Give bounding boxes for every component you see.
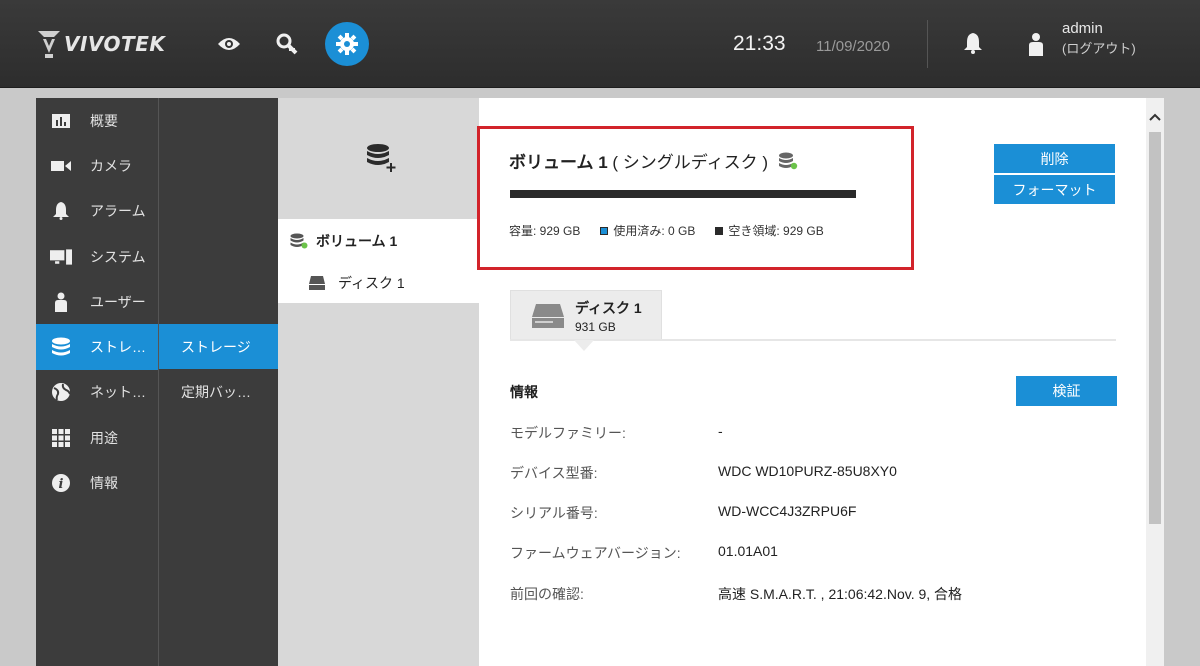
subnav-item-storage[interactable]: ストレージ <box>159 324 279 369</box>
sidebar-item-user[interactable]: ユーザー <box>36 279 158 324</box>
sidebar-item-label: ネット… <box>90 384 146 401</box>
volume-status-icon <box>779 152 798 169</box>
account-button[interactable] <box>1027 32 1045 60</box>
vivotek-logo[interactable]: VIVOTEK <box>36 26 165 62</box>
logo-mark-icon <box>38 31 60 58</box>
sidebar-item-info[interactable]: i 情報 <box>36 460 158 505</box>
network-icon <box>50 381 72 403</box>
volume-type: ( シングルディスク ) <box>612 153 768 172</box>
user-icon <box>50 291 72 313</box>
info-value-last-check: 高速 S.M.A.R.T. , 21:06:42.Nov. 9, 合格 <box>718 586 963 602</box>
sidebar-item-label: システム <box>90 248 146 265</box>
info-value-serial-number: WD-WCC4J3ZRPU6F <box>718 503 857 519</box>
sidebar-item-label: アラーム <box>90 203 146 220</box>
info-icon: i <box>50 472 72 494</box>
capacity-stat: 容量: 929 GB <box>509 222 580 239</box>
chevron-up-icon <box>1149 113 1161 121</box>
sidebar-item-application[interactable]: 用途 <box>36 415 158 460</box>
username: admin <box>1062 20 1103 37</box>
verify-button[interactable]: 検証 <box>1016 376 1117 406</box>
clock-time: 21:33 <box>733 32 786 55</box>
add-database-icon <box>367 144 396 172</box>
main-sidebar: 概要 カメラ アラーム システム ユーザー ストレ… ネット… 用途 i 情報 <box>36 98 158 666</box>
info-label-firmware: ファームウェアバージョン: <box>510 545 681 561</box>
volume-title: ボリューム 1 ( シングルディスク ) <box>509 148 798 173</box>
info-heading: 情報 <box>510 384 538 400</box>
user-icon <box>1029 33 1043 56</box>
logo-text: VIVOTEK <box>64 32 166 56</box>
info-label-last-check: 前回の確認: <box>510 586 584 602</box>
volume-name: ボリューム 1 <box>509 153 608 172</box>
used-text: 使用済み: 0 GB <box>613 224 696 238</box>
info-label-serial-number: シリアル番号: <box>510 505 598 521</box>
tab-underline <box>510 339 1116 341</box>
add-volume-button[interactable] <box>366 143 398 177</box>
bell-icon <box>964 33 982 54</box>
logout-link[interactable]: (ログアウト) <box>1062 38 1136 57</box>
volume-tree-panel: ボリューム 1 ディスク 1 <box>278 98 479 666</box>
storage-icon <box>50 336 72 358</box>
bell-icon <box>50 200 72 222</box>
scroll-up-button[interactable] <box>1146 108 1164 126</box>
disk-tab-size: 931 GB <box>575 320 616 334</box>
capacity-text: 容量: 929 GB <box>509 224 581 238</box>
sidebar-item-camera[interactable]: カメラ <box>36 143 158 188</box>
volume-usage-bar <box>510 190 856 198</box>
sidebar-item-alarm[interactable]: アラーム <box>36 189 158 234</box>
sidebar-item-label: 情報 <box>90 475 118 492</box>
volume-icon <box>290 233 308 249</box>
sidebar-item-label: ストレ… <box>90 339 146 356</box>
clock-date: 11/09/2020 <box>816 38 890 55</box>
info-value-device-model: WDC WD10PURZ-85U8XY0 <box>718 463 897 479</box>
tree-disk-label: ディスク 1 <box>338 275 405 291</box>
svg-text:i: i <box>59 477 64 492</box>
sidebar-item-overview[interactable]: 概要 <box>36 98 158 143</box>
sidebar-item-label: カメラ <box>90 157 132 174</box>
eye-icon <box>218 38 240 50</box>
sidebar-item-label: 概要 <box>90 112 118 129</box>
used-legend-swatch <box>600 226 609 235</box>
free-text: 空き領域: 929 GB <box>728 224 824 238</box>
playback-search-button[interactable] <box>265 22 309 66</box>
tab-caret <box>574 340 594 351</box>
info-value-model-family: - <box>718 423 723 439</box>
info-label-device-model: デバイス型番: <box>510 465 598 481</box>
info-value-firmware: 01.01A01 <box>718 543 778 559</box>
sidebar-item-storage[interactable]: ストレ… <box>36 324 158 370</box>
used-stat: 使用済み: 0 GB <box>600 222 695 239</box>
tree-item-volume-1[interactable]: ボリューム 1 <box>278 219 479 263</box>
sidebar-item-label: ユーザー <box>90 293 146 310</box>
tree-volume-label: ボリューム 1 <box>316 233 398 249</box>
free-stat: 空き領域: 929 GB <box>715 222 824 239</box>
info-label-model-family: モデルファミリー: <box>510 425 626 441</box>
live-view-button[interactable] <box>207 22 251 66</box>
search-key-icon <box>276 33 298 55</box>
scroll-thumb[interactable] <box>1149 132 1161 524</box>
camera-icon <box>50 155 72 177</box>
tree-item-disk-1[interactable]: ディスク 1 <box>278 263 479 303</box>
format-button[interactable]: フォーマット <box>994 175 1115 204</box>
free-legend-swatch <box>715 226 724 235</box>
header-divider <box>927 20 928 68</box>
disk-tab-name: ディスク 1 <box>575 300 642 316</box>
vertical-scrollbar[interactable] <box>1146 98 1164 666</box>
gear-icon <box>336 33 358 55</box>
settings-button[interactable] <box>325 22 369 66</box>
disk-icon <box>532 304 564 328</box>
system-icon <box>50 246 72 268</box>
volume-stats: 容量: 929 GB 使用済み: 0 GB 空き領域: 929 GB <box>509 222 844 239</box>
sidebar-item-system[interactable]: システム <box>36 234 158 279</box>
notifications-button[interactable] <box>963 32 983 58</box>
disk-icon <box>309 276 325 290</box>
delete-button[interactable]: 削除 <box>994 144 1115 173</box>
grid-icon <box>50 427 72 449</box>
sidebar-item-label: 用途 <box>90 429 118 446</box>
subnav-item-scheduled-backup[interactable]: 定期バッ… <box>159 369 279 414</box>
disk-tab[interactable]: ディスク 1 931 GB <box>510 290 662 340</box>
chart-icon <box>50 110 72 132</box>
sub-sidebar: ストレージ 定期バッ… <box>158 98 279 666</box>
sidebar-item-network[interactable]: ネット… <box>36 370 158 415</box>
top-bar: VIVOTEK 21:33 11/09/2020 admin (ログアウト) <box>0 0 1200 88</box>
